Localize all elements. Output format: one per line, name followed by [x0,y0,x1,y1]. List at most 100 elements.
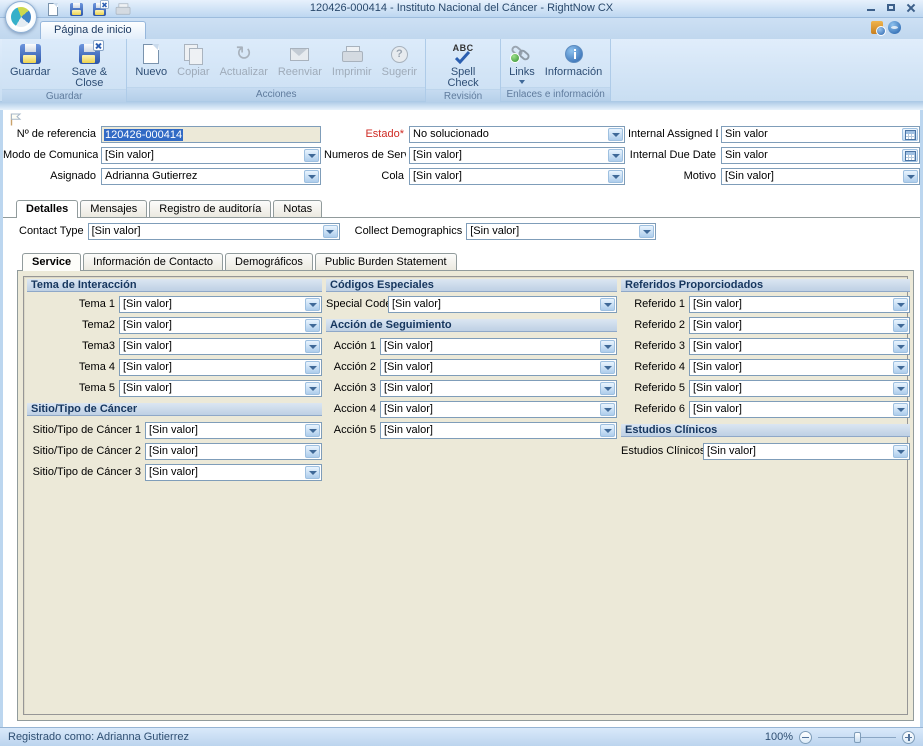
accion-2-dropdown[interactable]: [Sin valor] [380,359,617,376]
internal-assigned-date-field[interactable]: Sin valor [721,126,920,143]
calendar-icon[interactable] [902,128,918,141]
modo-de-comunicarse-dropdown[interactable]: [Sin valor] [101,147,321,164]
guardar-button[interactable]: Guardar [5,41,55,89]
tab-pagina-de-inicio[interactable]: Página de inicio [40,21,146,39]
estado-dropdown[interactable]: No solucionado [409,126,625,143]
estudios-clinicos-label: Estudios Clínicos [621,443,703,460]
referido-3-dropdown[interactable]: [Sin valor] [689,338,910,355]
chevron-down-icon [608,128,623,141]
chevron-down-icon [893,298,908,311]
tab-public-burden-statement[interactable]: Public Burden Statement [315,253,457,270]
accion-1-dropdown[interactable]: [Sin valor] [380,338,617,355]
restore-button[interactable] [882,2,899,13]
tema-4-dropdown[interactable]: [Sin valor] [119,359,322,376]
sitio-3-label: Sitio/Tipo de Cáncer 3 [27,464,145,481]
referido-4-dropdown[interactable]: [Sin valor] [689,359,910,376]
reference-number-field[interactable]: 120426-000414 [101,126,321,143]
zoom-slider-thumb[interactable] [854,732,861,743]
chevron-down-icon [600,340,615,353]
sitio-tipo-cancer-2-dropdown[interactable]: [Sin valor] [145,443,322,460]
column-codigos: Códigos Especiales Special Code[Sin valo… [326,279,617,443]
accion-3-dropdown[interactable]: [Sin valor] [380,380,617,397]
tema-5-dropdown[interactable]: [Sin valor] [119,380,322,397]
links-button[interactable]: Links [504,41,540,87]
detail-tab-strip: Detalles Mensajes Registro de auditoría … [3,200,920,218]
chevron-down-icon [600,361,615,374]
globe-icon[interactable] [888,21,901,34]
contact-type-dropdown[interactable]: [Sin valor] [88,223,340,240]
imprimir-button[interactable]: Imprimir [327,41,377,87]
tema-1-dropdown[interactable]: [Sin valor] [119,296,322,313]
special-code-label: Special Code [326,296,388,313]
tema-3-dropdown[interactable]: [Sin valor] [119,338,322,355]
chevron-down-icon [600,403,615,416]
referido-6-dropdown[interactable]: [Sin valor] [689,401,910,418]
ribbon-group-enlaces: Links Información Enlaces e información [501,39,611,101]
motivo-dropdown[interactable]: [Sin valor] [721,168,920,185]
chevron-down-icon [893,445,908,458]
cola-dropdown[interactable]: [Sin valor] [409,168,625,185]
minimize-button[interactable] [862,2,879,13]
save-and-close-button[interactable]: Save & Close [55,41,123,89]
referido-3-label: Referido 3 [621,338,689,355]
tab-demograficos[interactable]: Demográficos [225,253,313,270]
tab-registro-de-auditoria[interactable]: Registro de auditoría [149,200,271,217]
reenviar-button[interactable]: Reenviar [273,41,327,87]
asignado-dropdown[interactable]: Adrianna Gutierrez [101,168,321,185]
numeros-label: Numeros de Servicio [324,147,406,164]
tab-detalles[interactable]: Detalles [16,200,78,218]
chevron-down-icon [305,445,320,458]
spell-check-button[interactable]: ABC Spell Check [429,41,497,89]
tema-2-dropdown[interactable]: [Sin valor] [119,317,322,334]
numeros-de-servicio-dropdown[interactable]: [Sin valor] [409,147,625,164]
referido-2-dropdown[interactable]: [Sin valor] [689,317,910,334]
app-menu-button[interactable] [5,1,37,33]
referido-5-dropdown[interactable]: [Sin valor] [689,380,910,397]
zoom-slider[interactable] [818,731,896,744]
close-button[interactable] [902,2,919,13]
collect-demographics-label: Collect Demographics [355,223,467,240]
accion-5-dropdown[interactable]: [Sin valor] [380,422,617,439]
accion-4-dropdown[interactable]: [Sin valor] [380,401,617,418]
collect-demographics-dropdown[interactable]: [Sin valor] [466,223,656,240]
sitio-2-label: Sitio/Tipo de Cáncer 2 [27,443,145,460]
actualizar-button[interactable]: ↻ Actualizar [215,41,273,87]
column-referidos: Referidos Proporciodados Referido 1[Sin … [621,279,910,464]
calendar-icon[interactable] [902,149,918,162]
sitio-tipo-cancer-1-dropdown[interactable]: [Sin valor] [145,422,322,439]
refresh-icon: ↻ [235,44,252,64]
tab-mensajes[interactable]: Mensajes [80,200,147,217]
status-bar: Registrado como: Adrianna Gutierrez 100% [0,727,923,746]
contact-row: Contact Type [Sin valor] Collect Demogra… [3,223,920,240]
tab-service[interactable]: Service [22,253,81,271]
tab-informacion-de-contacto[interactable]: Información de Contacto [83,253,223,270]
estudios-clinicos-dropdown[interactable]: [Sin valor] [703,443,910,460]
tema-4-label: Tema 4 [27,359,119,376]
tab-notas[interactable]: Notas [273,200,322,217]
chevron-down-icon [600,298,615,311]
info-icon [565,45,583,63]
sugerir-button[interactable]: ? Sugerir [377,41,422,87]
referido-4-label: Referido 4 [621,359,689,376]
chevron-down-icon [600,424,615,437]
informacion-button[interactable]: Información [540,41,607,87]
rightnow-logo-icon [10,6,32,28]
flag-icon[interactable] [8,112,23,130]
chevron-down-icon [893,403,908,416]
accion-3-label: Acción 3 [326,380,380,397]
internal-due-date-field[interactable]: Sin valor [721,147,920,164]
chevron-down-icon [608,149,623,162]
ribbon-tab-row: Página de inicio [0,18,923,39]
zoom-out-button[interactable] [799,731,812,744]
sitio-tipo-cancer-3-dropdown[interactable]: [Sin valor] [145,464,322,481]
referido-5-label: Referido 5 [621,380,689,397]
copiar-button[interactable]: Copiar [172,41,214,87]
zoom-in-button[interactable] [902,731,915,744]
referido-1-dropdown[interactable]: [Sin valor] [689,296,910,313]
special-code-dropdown[interactable]: [Sin valor] [388,296,617,313]
section-header-referidos: Referidos Proporciodados [621,279,910,292]
zoom-control: 100% [765,731,915,744]
book-icon[interactable] [871,21,883,34]
nuevo-button[interactable]: Nuevo [130,41,172,87]
modo-label: Modo de Comunicarse [3,147,98,164]
